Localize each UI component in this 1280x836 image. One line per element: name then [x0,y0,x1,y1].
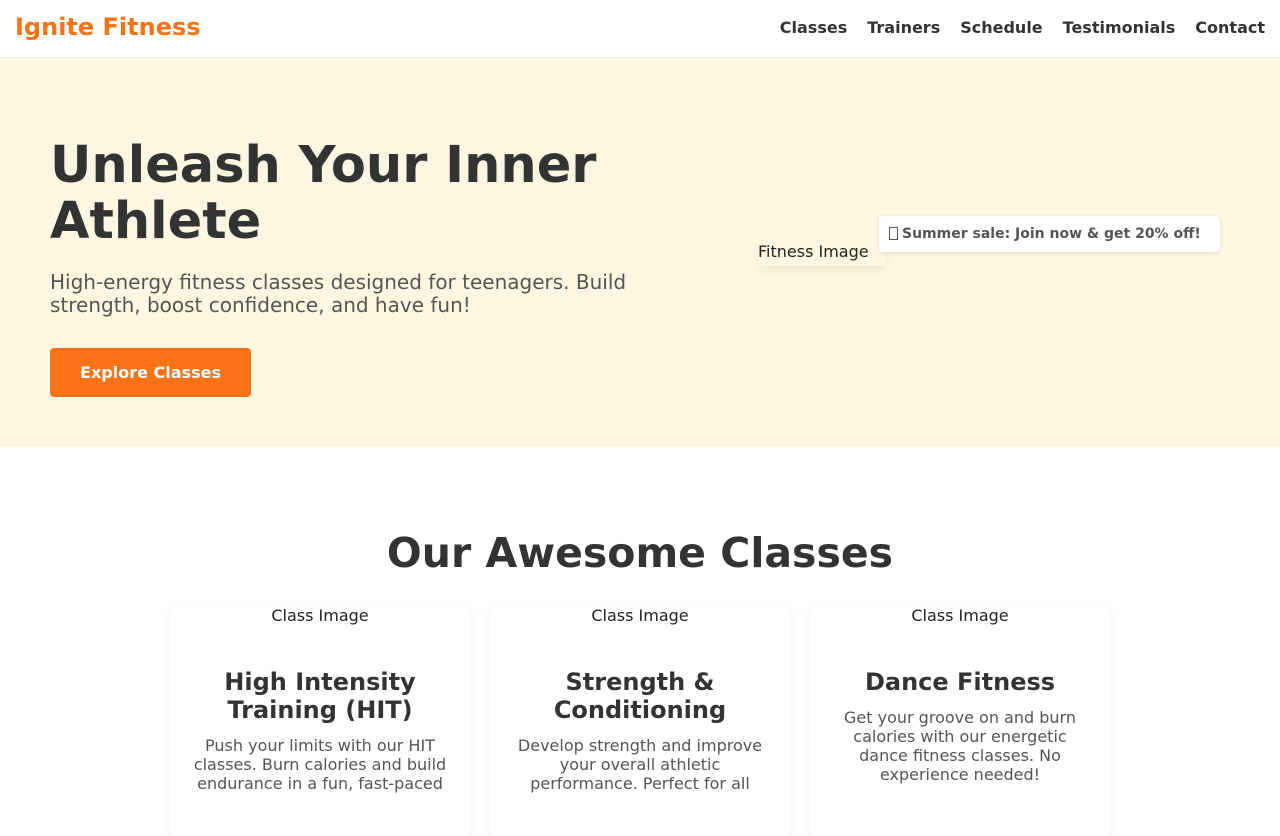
class-cards: Class Image High Intensity Training (HIT… [170,606,1110,836]
main-nav: Classes Trainers Schedule Testimonials C… [780,18,1265,37]
class-image: Class Image [591,606,689,625]
nav-link-testimonials[interactable]: Testimonials [1063,18,1176,37]
explore-classes-button[interactable]: Explore Classes [50,348,251,397]
missing-glyph-icon [889,226,898,240]
class-card-title: High Intensity Training (HIT) [224,668,416,724]
promo-text: Summer sale: Join now & get 20% off! [902,226,1201,242]
class-card[interactable]: Class Image Strength & Conditioning Deve… [490,606,790,836]
hero-subtitle: High-energy fitness classes designed for… [50,270,627,317]
class-card-title: Strength & Conditioning [553,668,727,724]
class-card[interactable]: Class Image Dance Fitness Get your groov… [810,606,1110,836]
classes-section-title: Our Awesome Classes [386,529,894,577]
site-header: Ignite Fitness Classes Trainers Schedule… [0,0,1280,58]
class-card-description: Push your limits with our HIT classes. B… [193,736,447,793]
nav-link-classes[interactable]: Classes [780,18,847,37]
class-card-title: Dance Fitness [864,668,1056,696]
class-card[interactable]: Class Image High Intensity Training (HIT… [170,606,470,836]
hero-section: Unleash Your Inner Athlete High-energy f… [0,58,1280,447]
class-image: Class Image [911,606,1009,625]
nav-link-contact[interactable]: Contact [1195,18,1265,37]
promo-badge: Summer sale: Join now & get 20% off! [879,216,1220,252]
class-card-description: Get your groove on and burn calories wit… [844,708,1076,784]
fitness-image-alt: Fitness Image [758,242,869,261]
hero-title: Unleash Your Inner Athlete [50,136,597,251]
brand-logo[interactable]: Ignite Fitness [15,13,201,41]
class-image: Class Image [271,606,369,625]
fitness-image: Fitness Image [758,242,886,266]
nav-link-schedule[interactable]: Schedule [960,18,1042,37]
class-card-description: Develop strength and improve your overal… [517,736,763,793]
nav-link-trainers[interactable]: Trainers [867,18,940,37]
